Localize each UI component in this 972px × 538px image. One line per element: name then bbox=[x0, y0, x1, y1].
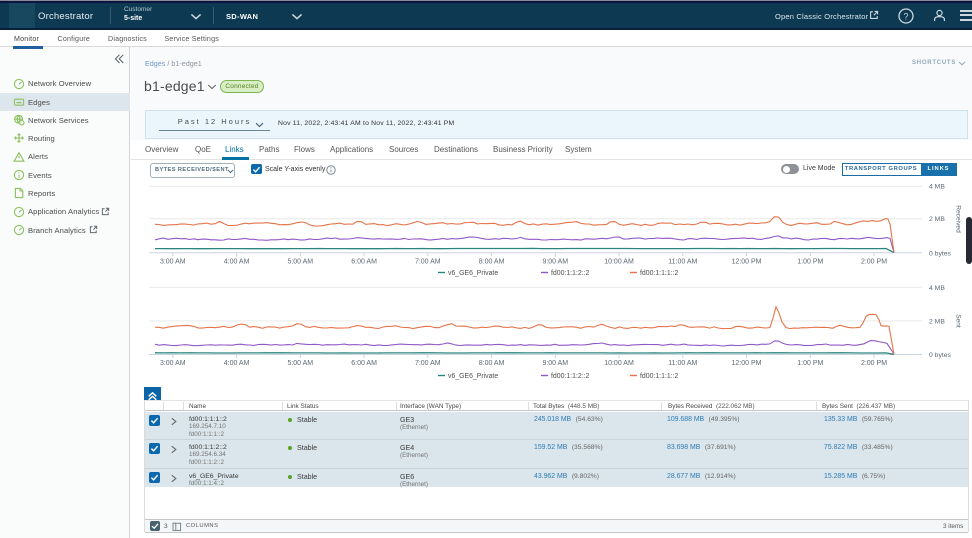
svg-text:0 bytes: 0 bytes bbox=[929, 250, 952, 257]
svg-text:?: ? bbox=[903, 11, 908, 21]
svg-text:3:00 AM: 3:00 AM bbox=[160, 360, 186, 367]
svg-text:11:00 AM: 11:00 AM bbox=[668, 360, 697, 367]
svg-text:Sent: Sent bbox=[955, 314, 962, 328]
svg-text:fd00:1:1:1::2: fd00:1:1:1::2 bbox=[640, 373, 678, 380]
svg-text:0 bytes: 0 bytes bbox=[929, 352, 952, 359]
svg-text:9:00 AM: 9:00 AM bbox=[542, 360, 568, 367]
svg-text:6:00 AM: 6:00 AM bbox=[351, 258, 377, 265]
svg-text:2 MB: 2 MB bbox=[929, 216, 945, 223]
svg-text:5:00 AM: 5:00 AM bbox=[287, 258, 313, 265]
svg-text:1:00 PM: 1:00 PM bbox=[797, 258, 823, 265]
svg-text:1:00 PM: 1:00 PM bbox=[797, 360, 823, 367]
svg-text:Received: Received bbox=[955, 205, 962, 233]
svg-text:4:00 AM: 4:00 AM bbox=[224, 360, 250, 367]
svg-text:v6_GE6_Private: v6_GE6_Private bbox=[448, 270, 498, 277]
svg-text:10:00 AM: 10:00 AM bbox=[604, 258, 634, 265]
svg-text:v6_GE6_Private: v6_GE6_Private bbox=[448, 373, 498, 380]
svg-text:8:00 AM: 8:00 AM bbox=[479, 258, 505, 265]
svg-text:11:00 AM: 11:00 AM bbox=[668, 258, 697, 265]
svg-text:4:00 AM: 4:00 AM bbox=[224, 258, 250, 265]
svg-text:12:00 PM: 12:00 PM bbox=[732, 360, 762, 367]
svg-text:10:00 AM: 10:00 AM bbox=[604, 360, 634, 367]
svg-text:2:00 PM: 2:00 PM bbox=[861, 360, 887, 367]
svg-text:2 MB: 2 MB bbox=[929, 318, 945, 325]
svg-text:fd00:1:1:1::2: fd00:1:1:1::2 bbox=[640, 270, 678, 277]
svg-text:12:00 PM: 12:00 PM bbox=[732, 258, 762, 265]
svg-text:6:00 AM: 6:00 AM bbox=[351, 360, 377, 367]
svg-text:9:00 AM: 9:00 AM bbox=[542, 258, 568, 265]
svg-text:2:00 PM: 2:00 PM bbox=[861, 258, 887, 265]
svg-text:4 MB: 4 MB bbox=[929, 285, 945, 292]
svg-text:3:00 AM: 3:00 AM bbox=[160, 258, 186, 265]
svg-text:8:00 AM: 8:00 AM bbox=[479, 360, 505, 367]
svg-text:fd00:1:1:2::2: fd00:1:1:2::2 bbox=[551, 270, 589, 277]
svg-text:fd00:1:1:2::2: fd00:1:1:2::2 bbox=[551, 373, 589, 380]
svg-text:4 MB: 4 MB bbox=[929, 184, 945, 191]
svg-text:7:00 AM: 7:00 AM bbox=[415, 360, 441, 367]
svg-text:5:00 AM: 5:00 AM bbox=[287, 360, 313, 367]
svg-text:7:00 AM: 7:00 AM bbox=[415, 258, 441, 265]
